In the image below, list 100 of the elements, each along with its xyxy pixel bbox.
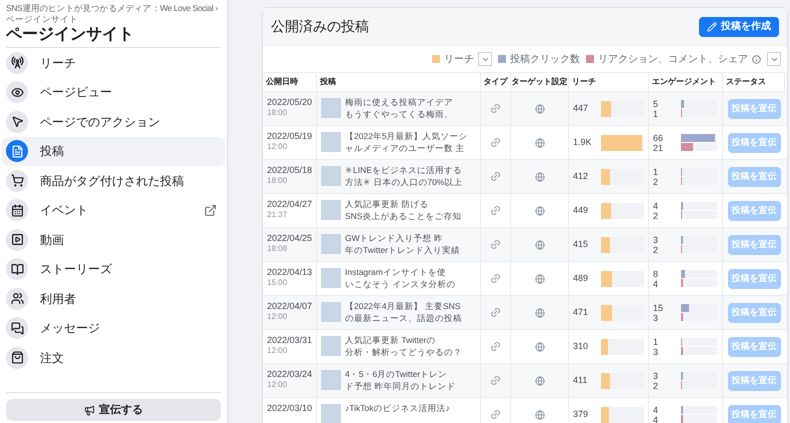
reach-value: 449: [573, 204, 590, 217]
calendar-icon: [10, 204, 24, 217]
reactions-value: 3: [653, 346, 660, 356]
globe-icon: [534, 104, 544, 114]
time-cell-text: 21:37: [267, 210, 288, 220]
date-cell: 2022/05/18: [267, 165, 312, 176]
breadcrumb-link[interactable]: SNS運用のヒントが見つかるメディア：We Love Social ›: [6, 3, 221, 14]
column-header[interactable]: エンゲージメント: [649, 73, 723, 91]
reactions-value: 2: [653, 210, 660, 220]
reactions-value: 1: [653, 108, 660, 118]
clicks-value: 1: [653, 166, 660, 176]
eye-icon: [10, 86, 24, 99]
sidebar-item[interactable]: イベント: [2, 196, 225, 225]
sidebar-label: リーチ: [40, 54, 77, 72]
chat-icon: [10, 322, 24, 335]
thumbnail-image: [321, 404, 341, 423]
panel-title: 公開済みの投稿: [271, 17, 369, 36]
clicks-value: 66: [653, 132, 664, 142]
date-cell: 2022/05/20: [267, 97, 312, 108]
date-cell: 2022/04/25: [267, 233, 312, 244]
sidebar-item[interactable]: リーチ: [2, 48, 225, 78]
sidebar-item[interactable]: 利用者: [2, 284, 225, 314]
legend-label: リーチ: [444, 52, 474, 66]
date-cell: 2022/04/27: [267, 199, 312, 210]
reach-value: 489: [573, 272, 590, 285]
column-header[interactable]: リーチ: [569, 73, 649, 91]
sidebar-item[interactable]: メッセージ: [2, 314, 225, 343]
reach-value: 310: [573, 340, 590, 353]
reactions-value: 21: [653, 142, 664, 152]
reach-value: 412: [573, 170, 590, 183]
column-header[interactable]: タイプ: [481, 73, 511, 91]
globe-icon: [534, 410, 544, 420]
globe-icon: [534, 240, 544, 250]
sidebar-label: ページビュー: [40, 84, 113, 102]
clicks-value: 8: [653, 268, 660, 278]
reactions-value: 4: [653, 278, 660, 288]
sidebar-item[interactable]: 投稿: [2, 136, 225, 166]
info-icon: [752, 54, 761, 64]
reach-value: 1.9K: [573, 136, 593, 149]
globe-icon: [534, 308, 544, 318]
time-cell-text: 12:00: [267, 380, 288, 390]
reach-value: 471: [573, 306, 590, 319]
reactions-value: 2: [653, 244, 660, 254]
sidebar-item[interactable]: 商品がタグ付けされた投稿: [2, 166, 225, 196]
metric-dropdown[interactable]: [478, 52, 492, 66]
globe-icon: [534, 274, 544, 284]
breadcrumb-current: ページインサイト: [6, 14, 79, 25]
column-header[interactable]: 投稿: [317, 73, 481, 91]
time-cell-text: 18:00: [267, 176, 288, 186]
sidebar-item[interactable]: ページビュー: [2, 78, 225, 107]
thumbnail-image: [321, 200, 341, 220]
cart-icon: [10, 174, 24, 188]
options-dropdown[interactable]: [767, 52, 781, 66]
sidebar-item[interactable]: ストーリーズ: [2, 254, 225, 284]
megaphone-icon: [84, 404, 95, 416]
globe-icon: [534, 138, 544, 148]
column-header[interactable]: ターゲット設定: [511, 73, 569, 91]
globe-icon: [534, 206, 544, 216]
reactions-value: 2: [653, 176, 660, 186]
date-cell: 2022/03/31: [267, 335, 312, 346]
reach-value: 411: [573, 374, 588, 387]
clicks-value: 3: [653, 234, 660, 244]
reactions-value: 3: [653, 312, 660, 322]
play-icon: [10, 233, 24, 246]
clicks-value: 15: [653, 302, 664, 312]
sidebar-label: ページでのアクション: [40, 114, 161, 131]
globe-icon: [534, 376, 544, 386]
column-header[interactable]: ステータス: [723, 73, 785, 91]
date-cell: 2022/04/07: [267, 301, 312, 312]
column-header[interactable]: 公開日時: [263, 73, 317, 91]
thumbnail-image: [321, 370, 341, 390]
time-cell-text: 15:00: [267, 278, 288, 288]
reach-value: 379: [573, 408, 590, 421]
sidebar-label: 投稿: [40, 143, 65, 160]
sidebar-label: 商品がタグ付けされた投稿: [40, 172, 185, 190]
sidebar-item[interactable]: 注文: [2, 343, 225, 372]
time-cell-text: 12:00: [267, 142, 288, 152]
clicks-value: 4: [653, 404, 660, 414]
people-icon: [10, 292, 24, 306]
promote-button[interactable]: 宣伝する: [6, 399, 221, 421]
thumbnail-image: [321, 234, 341, 254]
clicks-value: 1: [653, 336, 660, 346]
book-icon: [10, 262, 24, 276]
clicks-value: 3: [653, 370, 660, 380]
create-post-button[interactable]: 投稿を作成: [699, 16, 779, 36]
sidebar-item[interactable]: ページでのアクション: [2, 107, 225, 136]
date-cell: 2022/03/24: [267, 369, 312, 380]
time-cell-text: 12:00: [267, 312, 288, 322]
broadcast-icon: [10, 56, 24, 70]
sidebar-label: 利用者: [40, 290, 77, 308]
date-cell: 2022/03/10: [267, 403, 312, 414]
reactions-value: 2: [653, 380, 660, 390]
sidebar-label: 動画: [40, 232, 65, 249]
sidebar-label: メッセージ: [40, 320, 101, 338]
reach-value: 415: [573, 238, 590, 251]
globe-icon: [534, 172, 544, 182]
sidebar-label: イベント: [40, 202, 89, 220]
thumbnail-image: [321, 336, 341, 356]
sidebar-item[interactable]: 動画: [2, 225, 225, 254]
legend-label: 投稿クリック数: [510, 52, 580, 66]
